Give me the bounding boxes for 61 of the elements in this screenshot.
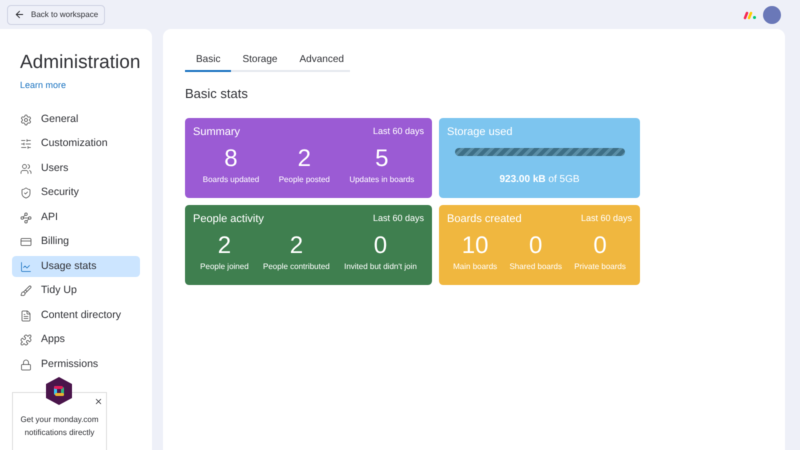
sliders-icon (20, 138, 32, 150)
users-icon (20, 162, 32, 174)
stat-value: 0 (374, 231, 388, 261)
sidebar-item[interactable]: Tidy Up (12, 280, 140, 302)
stat-label: People joined (200, 261, 249, 273)
card-icon (20, 236, 32, 248)
card-title: Summary (193, 124, 240, 140)
avatar[interactable] (763, 6, 781, 24)
back-arrow-icon (14, 9, 25, 20)
stat-label: Invited but didn't join (344, 261, 417, 273)
card-title: Boards created (447, 212, 522, 226)
stat-value: 8 (224, 144, 238, 174)
document-icon (20, 310, 32, 322)
popup-text: Get your monday.com notifications directly (19, 414, 100, 439)
app-logo-icon (45, 376, 73, 406)
shield-icon (20, 187, 32, 199)
sidebar-item[interactable]: General (12, 109, 140, 130)
sidebar-item[interactable]: Billing (12, 232, 140, 252)
brush-icon (20, 285, 32, 297)
puzzle-icon (20, 334, 32, 346)
stat-value: 2 (218, 231, 232, 261)
storage-reading: 923.00 kB of 5GB (499, 173, 580, 187)
card-period: Last 60 days (372, 125, 424, 138)
stat-label: People posted (278, 174, 330, 186)
lock-icon (20, 358, 32, 370)
card-title: Storage used (447, 124, 512, 140)
nodes-icon (20, 212, 32, 224)
chart-icon (20, 260, 32, 272)
sidebar-item[interactable]: API (12, 207, 140, 228)
sidebar-item[interactable]: Customization (12, 134, 140, 154)
back-button[interactable]: Back to workspace (7, 4, 106, 24)
stat-label: Main boards (453, 261, 498, 273)
learn-more-link[interactable]: Learn more (20, 78, 66, 92)
section-heading: Basic stats (185, 85, 249, 103)
sidebar-item[interactable]: Content directory (12, 305, 140, 326)
close-icon[interactable] (94, 397, 103, 406)
stat-label: People contributed (263, 261, 330, 273)
stat-value: 0 (529, 231, 542, 261)
card-period: Last 60 days (580, 212, 632, 225)
sidebar-item[interactable]: Apps (12, 330, 140, 350)
stat-value: 2 (298, 144, 311, 174)
card-title: People activity (193, 212, 264, 226)
tab[interactable]: Storage (231, 52, 288, 72)
sidebar-item[interactable]: Security (12, 182, 140, 204)
logo-icon (743, 10, 757, 20)
stat-label: Private boards (574, 261, 626, 273)
stat-label: Boards updated (202, 174, 260, 186)
sidebar-item[interactable]: Permissions (12, 354, 140, 375)
tab[interactable]: Advanced (288, 52, 355, 72)
tab[interactable]: Basic (185, 52, 232, 72)
stat-value: 10 (462, 231, 488, 261)
stat-value: 5 (375, 144, 388, 174)
sidebar-item[interactable]: Usage stats (12, 256, 140, 277)
card-period: Last 60 days (372, 212, 424, 225)
sidebar-title: Administration (20, 51, 140, 75)
stat-label: Updates in boards (349, 174, 414, 186)
settings-icon (20, 114, 32, 126)
stat-value: 0 (593, 231, 607, 261)
sidebar-item[interactable]: Users (12, 158, 140, 179)
stat-label: Shared boards (509, 261, 562, 273)
stat-value: 2 (290, 231, 304, 261)
